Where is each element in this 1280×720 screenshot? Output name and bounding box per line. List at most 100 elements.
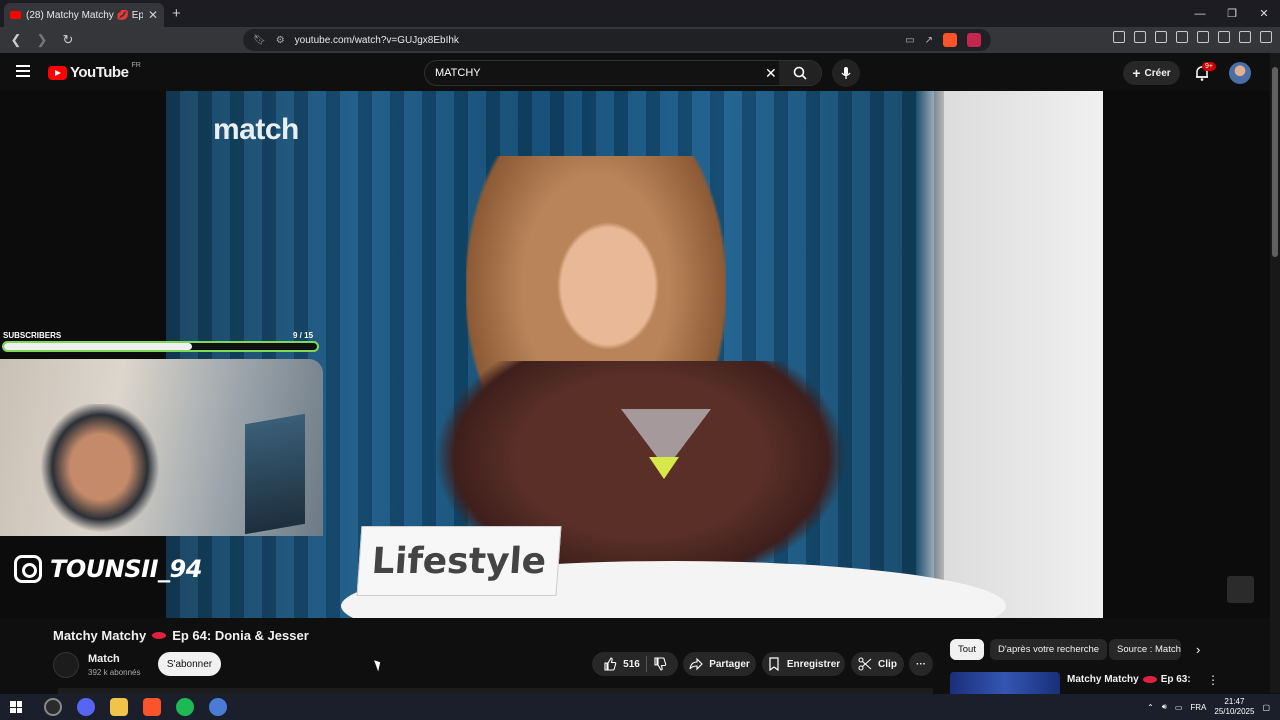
person-face — [548, 211, 668, 361]
video-title-series: Matchy Matchy — [53, 628, 147, 643]
browser-tab[interactable]: (28) Matchy Matchy 💋 Ep 64 ✕ — [4, 3, 164, 27]
rec-title-episode: Ep 63: — [1160, 674, 1191, 685]
clip-label: Clip — [878, 658, 897, 670]
channel-name[interactable]: Match — [88, 653, 120, 665]
thumbs-down-icon[interactable] — [653, 657, 667, 671]
chip-source-match[interactable]: Source : Match — [1109, 639, 1181, 660]
share-page-icon[interactable]: ↗ — [925, 35, 933, 46]
youtube-play-icon — [48, 65, 67, 80]
sidebar-icon[interactable] — [1176, 31, 1188, 43]
chips-next-icon[interactable]: › — [1196, 642, 1200, 657]
like-dislike-group: 516 — [592, 652, 678, 676]
channel-avatar[interactable] — [53, 652, 79, 678]
clock[interactable]: 21:47 25/10/2025 — [1214, 697, 1254, 717]
subscribe-button[interactable]: S'abonner — [158, 652, 221, 676]
tray-overflow-icon[interactable]: ⌃ — [1147, 703, 1154, 712]
save-button[interactable]: Enregistrer — [762, 652, 845, 676]
like-divider — [645, 656, 647, 672]
taskbar-brave-icon[interactable] — [143, 698, 161, 716]
address-bar[interactable]: 🔖︎ ⚙︎ youtube.com/watch?v=GUJgx8EbIhk ▭ … — [243, 29, 991, 51]
new-tab-button[interactable]: + — [172, 5, 181, 22]
forward-icon[interactable]: ❯ — [32, 30, 52, 50]
chip-all[interactable]: Tout — [950, 639, 984, 660]
windows-taskbar: ⌃ 🔊︎ ▭ FRA 21:47 25/10/2025 ▢ — [0, 694, 1280, 720]
window-controls: — ❐ ✕ — [1184, 0, 1280, 27]
search-box: ✕ — [424, 60, 822, 86]
brave-rewards-icon[interactable] — [967, 33, 981, 47]
guide-menu-icon[interactable] — [16, 65, 30, 77]
page-scrollbar[interactable] — [1270, 53, 1280, 693]
leo-icon[interactable] — [1218, 31, 1230, 43]
voice-search-button[interactable] — [832, 59, 860, 87]
menu-icon[interactable] — [1260, 31, 1272, 43]
instagram-icon — [14, 555, 42, 583]
plus-icon: + — [1132, 65, 1141, 81]
share-icon — [689, 657, 703, 671]
video-frame[interactable]: match Lifestyle — [166, 91, 1103, 618]
back-icon[interactable]: ❮ — [6, 30, 26, 50]
brave-shields-icon[interactable] — [943, 33, 957, 47]
more-actions-button[interactable]: ··· — [909, 652, 933, 676]
volume-icon[interactable]: 🔊︎ — [1162, 702, 1167, 712]
wallet-icon[interactable] — [1134, 31, 1146, 43]
subscribers-goal-count: 9 / 15 — [293, 331, 314, 340]
like-button[interactable]: 516 — [603, 657, 640, 671]
minimize-button[interactable]: — — [1184, 0, 1216, 27]
search-button[interactable] — [779, 61, 821, 85]
create-button[interactable]: + Créer — [1123, 61, 1180, 85]
save-label: Enregistrer — [786, 658, 841, 670]
rec-lips-emoji-icon — [1142, 676, 1157, 683]
shield-icon[interactable] — [1239, 31, 1251, 43]
notifications-center-icon[interactable]: ▢ — [1262, 703, 1270, 712]
streamer-webcam — [0, 359, 323, 536]
site-settings-icon[interactable]: ⚙︎ — [276, 35, 285, 46]
taskbar-app-6-icon[interactable] — [209, 698, 227, 716]
youtube-logo[interactable]: YouTube FR — [48, 62, 141, 81]
reload-icon[interactable]: ↻ — [58, 30, 78, 50]
subscribers-goal-bar — [2, 341, 319, 352]
share-button[interactable]: Partager — [683, 652, 756, 676]
bookmark-icon[interactable]: 🔖︎ — [253, 35, 266, 46]
clock-time: 21:47 — [1224, 697, 1245, 706]
restore-button[interactable]: ❐ — [1216, 0, 1248, 27]
scrollbar-thumb[interactable] — [1272, 67, 1278, 257]
extensions-icon[interactable] — [1113, 31, 1125, 43]
network-icon[interactable]: ▭ — [1175, 703, 1183, 712]
tab-close-icon[interactable]: ✕ — [148, 8, 158, 22]
rec-title-series: Matchy Matchy — [1067, 674, 1139, 685]
vpn-icon[interactable] — [1197, 31, 1209, 43]
taskbar-discord-icon[interactable] — [77, 698, 95, 716]
search-icon — [793, 66, 807, 80]
channel-watermark-icon[interactable] — [1227, 576, 1254, 603]
chip-from-search[interactable]: D'après votre recherche — [990, 639, 1108, 660]
taskbar-spotify-icon[interactable] — [176, 698, 194, 716]
taskbar-app-1-icon[interactable] — [44, 698, 62, 716]
music-icon[interactable] — [1155, 31, 1167, 43]
mouse-cursor — [374, 658, 383, 672]
tab-title: (28) Matchy Matchy 💋 Ep 64 — [26, 9, 143, 21]
youtube-favicon-icon — [10, 11, 21, 19]
recommended-thumbnail[interactable] — [950, 672, 1060, 694]
thumbs-up-icon — [604, 657, 617, 671]
browser-tab-strip: (28) Matchy Matchy 💋 Ep 64 ✕ + — ❐ ✕ — [0, 0, 1280, 27]
clear-search-icon[interactable]: ✕ — [765, 65, 777, 82]
region-code: FR — [131, 62, 141, 69]
search-input[interactable] — [435, 67, 755, 79]
screen: (28) Matchy Matchy 💋 Ep 64 ✕ + — ❐ ✕ ❮ ❯… — [0, 0, 1280, 720]
language-indicator[interactable]: FRA — [1190, 703, 1206, 712]
browser-toolbar: ❮ ❯ ↻ 🔖︎ ⚙︎ youtube.com/watch?v=GUJgx8Eb… — [0, 27, 1280, 53]
close-window-button[interactable]: ✕ — [1248, 0, 1280, 27]
taskbar-file-explorer-icon[interactable] — [110, 698, 128, 716]
recommended-more-icon[interactable]: ⋮ — [1207, 673, 1219, 687]
recommended-title[interactable]: Matchy Matchy Ep 63: — [1067, 674, 1191, 685]
video-title: Matchy Matchy Ep 64: Donia & Jesser — [53, 628, 309, 643]
url-text[interactable]: youtube.com/watch?v=GUJgx8EbIhk — [295, 35, 459, 46]
clip-button[interactable]: Clip — [851, 652, 904, 676]
instagram-handle: TOUNSII_94 — [14, 555, 202, 583]
video-player[interactable]: match Lifestyle SUBSCRIBERS 9 / 15 TOUNS… — [0, 91, 1270, 618]
account-avatar[interactable] — [1229, 62, 1251, 84]
subscribers-goal-label: SUBSCRIBERS — [3, 331, 62, 340]
youtube-wordmark: YouTube — [70, 64, 129, 81]
cast-icon[interactable]: ▭ — [905, 35, 914, 46]
start-icon[interactable] — [10, 701, 22, 713]
